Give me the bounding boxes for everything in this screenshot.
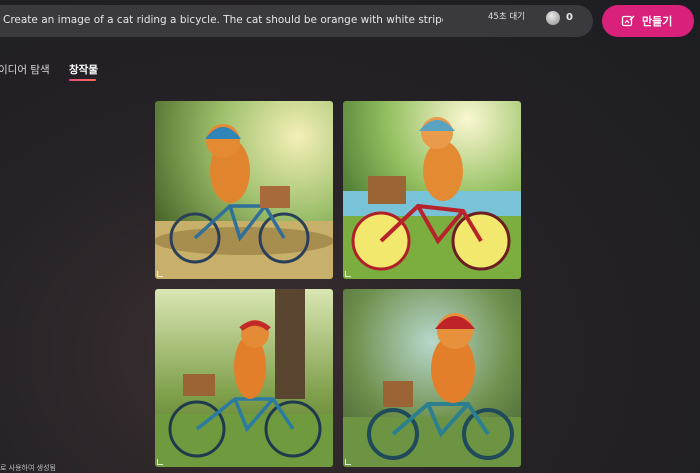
- footer-credit: 로 사용하여 생성됨: [0, 464, 56, 472]
- prompt-text[interactable]: Create an image of a cat riding a bicycl…: [3, 14, 443, 26]
- create-image-icon: [621, 15, 635, 27]
- generated-image-4[interactable]: [343, 289, 521, 467]
- generated-image-3[interactable]: [155, 289, 333, 467]
- generated-image-2[interactable]: [343, 101, 521, 279]
- create-button-label: 만들기: [642, 16, 673, 28]
- tab-creations[interactable]: 창작물: [69, 62, 98, 77]
- image-corner-mark: [157, 271, 163, 277]
- wait-time-label: 45초 대기: [488, 12, 525, 22]
- image-corner-mark: [345, 459, 351, 465]
- coin-icon: [546, 11, 560, 25]
- active-tab-indicator: [69, 79, 96, 81]
- coin-count: 0: [566, 12, 573, 23]
- top-bar: Create an image of a cat riding a bicycl…: [0, 0, 700, 42]
- image-corner-mark: [157, 459, 163, 465]
- generated-image-1[interactable]: [155, 101, 333, 279]
- create-button[interactable]: 만들기: [602, 5, 694, 37]
- image-corner-mark: [345, 271, 351, 277]
- tab-explore-ideas[interactable]: 이디어 탐색: [0, 62, 50, 77]
